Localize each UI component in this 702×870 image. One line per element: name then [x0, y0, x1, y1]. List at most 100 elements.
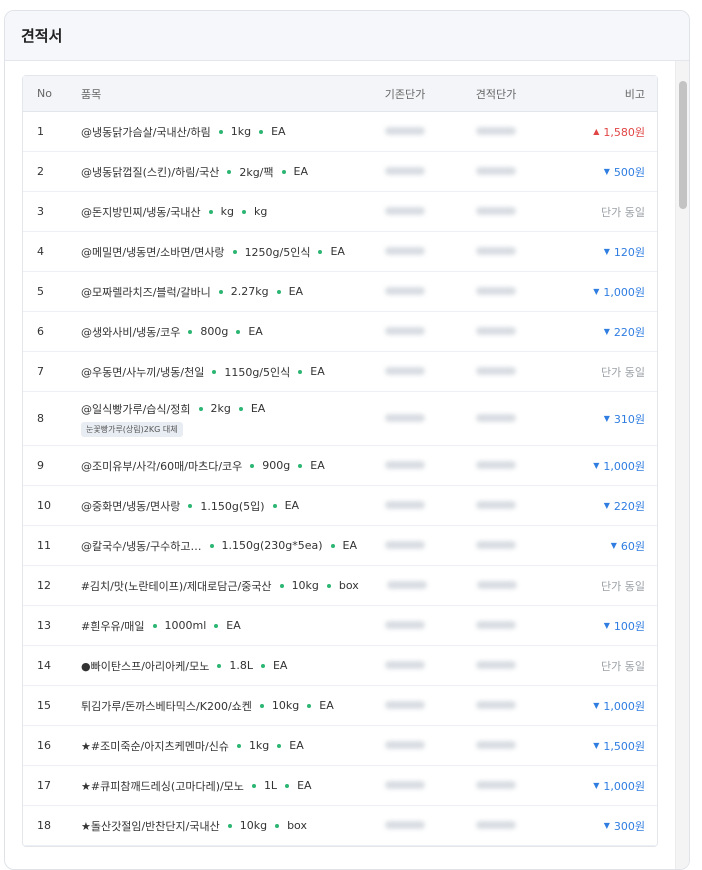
item-unit: EA	[248, 325, 263, 338]
item-size: 1.8L	[229, 659, 253, 672]
item-cell: @우동면/사누끼/냉동/천일 1150g/5인식 EA	[81, 364, 365, 380]
redacted-quote-price	[476, 501, 516, 509]
base-price-cell	[365, 245, 445, 258]
base-price-cell	[365, 325, 445, 338]
caret-down-icon: ▼	[603, 621, 610, 630]
item-spec-line: @냉동닭가슴살/국내산/하림 1kg EA	[81, 124, 357, 140]
quote-price-cell	[445, 459, 547, 472]
caret-down-icon: ▼	[603, 501, 610, 510]
row-number: 17	[37, 779, 51, 792]
item-spec-line: ★#조미죽순/아지츠케멘마/신슈 1kg EA	[81, 738, 357, 754]
price-change-badge: ▼ 100원	[604, 618, 645, 634]
table-body: 1 @냉동닭가슴살/국내산/하림 1kg EA ▲ 1,580원 2 @냉동닭껍질(스킨)/하…	[23, 112, 657, 846]
item-unit: EA	[319, 699, 334, 712]
item-unit: box	[338, 579, 359, 592]
table-row[interactable]: 13 #흰우유/매일 1000ml EA ▼ 100원	[23, 606, 657, 646]
scrollbar-thumb[interactable]	[679, 81, 687, 209]
separator-dot-icon	[307, 703, 312, 708]
table-header: No 품목 기존단가 견적단가 비고	[23, 76, 657, 112]
item-cell: 튀김가루/돈까스베타믹스/K200/쇼켄 10kg EA	[81, 698, 365, 714]
item-spec-line: ●빠이탄스프/아리아케/모노 1.8L EA	[81, 658, 357, 674]
item-size: kg	[220, 205, 234, 218]
redacted-quote-price	[476, 741, 516, 749]
row-number: 9	[37, 459, 44, 472]
table-row[interactable]: 9 @조미유부/사각/60매/마츠다/코우 900g EA ▼ 1,000원	[23, 446, 657, 486]
separator-dot-icon	[298, 369, 303, 374]
base-price-cell	[365, 499, 445, 512]
item-spec-line: @일식빵가루/습식/정희 2kg EA	[81, 401, 357, 417]
row-number: 4	[37, 245, 44, 258]
quote-table: No 품목 기존단가 견적단가 비고 1 @냉동닭가슴살/국내산/하림 1kg EA ▲…	[22, 75, 658, 847]
row-number: 16	[37, 739, 51, 752]
item-size: 10kg	[291, 579, 319, 592]
base-price-cell	[365, 539, 445, 552]
card-header: 견적서	[5, 11, 689, 61]
base-price-cell	[365, 365, 445, 378]
table-row[interactable]: 7 @우동면/사누끼/냉동/천일 1150g/5인식 EA 단가 동일	[23, 352, 657, 392]
separator-dot-icon	[218, 289, 223, 294]
table-row[interactable]: 15 튀김가루/돈까스베타믹스/K200/쇼켄 10kg EA ▼ 1,000원	[23, 686, 657, 726]
table-row[interactable]: 2 @냉동닭껍질(스킨)/하림/국산 2kg/팩 EA ▼ 500원	[23, 152, 657, 192]
separator-dot-icon	[279, 583, 284, 588]
item-size: 1.150g(5입)	[200, 499, 265, 513]
quote-price-cell	[445, 412, 547, 425]
table-row[interactable]: 10 @중화면/냉동/면사랑 1.150g(5입) EA ▼ 220원	[23, 486, 657, 526]
redacted-quote-price	[476, 167, 516, 175]
item-name: @돈지방민찌/냉동/국내산	[81, 205, 201, 219]
price-change-text: 1,000원	[603, 779, 645, 793]
row-number: 15	[37, 699, 51, 712]
price-change-badge: ▼ 220원	[604, 324, 645, 340]
separator-dot-icon	[277, 743, 282, 748]
table-row[interactable]: 1 @냉동닭가슴살/국내산/하림 1kg EA ▲ 1,580원	[23, 112, 657, 152]
redacted-quote-price	[476, 541, 517, 549]
table-row[interactable]: 8 @일식빵가루/습식/정희 2kg EA 눈꽃빵가루(상림)2KG 대체 ▼ 310원	[23, 392, 657, 446]
note-cell: ▼ 60원	[547, 538, 657, 554]
note-cell: 단가 동일	[547, 204, 657, 220]
price-change-badge: 단가 동일	[601, 364, 645, 380]
price-change-text: 100원	[613, 619, 645, 633]
note-cell: ▼ 1,000원	[547, 778, 657, 794]
table-row[interactable]: 18 ★돌산갓절임/반찬단지/국내산 10kg box ▼ 300원	[23, 806, 657, 846]
separator-dot-icon	[260, 663, 265, 668]
separator-dot-icon	[241, 209, 246, 214]
table-row[interactable]: 17 ★#큐피참깨드레싱(고마다레)/모노 1L EA ▼ 1,000원	[23, 766, 657, 806]
table-row[interactable]: 5 @모짜렐라치즈/블럭/갈바니 2.27kg EA ▼ 1,000원	[23, 272, 657, 312]
redacted-base-price	[385, 367, 425, 375]
vertical-scrollbar[interactable]	[675, 61, 689, 869]
table-row[interactable]: 11 @칼국수/냉동/구수하고… 1.150g(230g*5ea) EA ▼ 60원	[23, 526, 657, 566]
base-price-cell	[365, 459, 445, 472]
note-cell: 단가 동일	[547, 658, 657, 674]
table-row[interactable]: 4 @메밀면/냉동면/소바면/면사랑 1250g/5인식 EA ▼ 120원	[23, 232, 657, 272]
redacted-base-price	[385, 207, 425, 215]
item-unit: EA	[288, 285, 304, 298]
table-row[interactable]: 14 ●빠이탄스프/아리아케/모노 1.8L EA 단가 동일	[23, 646, 657, 686]
item-size: 1kg	[230, 125, 252, 138]
item-name: @모짜렐라치즈/블럭/갈바니	[81, 285, 211, 299]
separator-dot-icon	[236, 329, 241, 334]
item-name: @냉동닭가슴살/국내산/하림	[81, 125, 211, 139]
item-spec-line: @우동면/사누끼/냉동/천일 1150g/5인식 EA	[81, 364, 357, 380]
redacted-base-price	[385, 127, 425, 135]
note-cell: ▼ 1,000원	[547, 284, 657, 300]
table-row[interactable]: 16 ★#조미죽순/아지츠케멘마/신슈 1kg EA ▼ 1,500원	[23, 726, 657, 766]
table-row[interactable]: 3 @돈지방민찌/냉동/국내산 kg kg 단가 동일	[23, 192, 657, 232]
item-cell: @조미유부/사각/60매/마츠다/코우 900g EA	[81, 458, 365, 474]
redacted-base-price	[385, 327, 425, 335]
caret-down-icon: ▼	[593, 701, 600, 710]
row-number: 18	[37, 819, 51, 832]
note-cell: ▼ 100원	[547, 618, 657, 634]
col-header-no: No	[37, 87, 52, 100]
quote-price-cell	[445, 125, 547, 138]
table-row[interactable]: 6 @생와사비/냉동/코우 800g EA ▼ 220원	[23, 312, 657, 352]
substitution-tag: 눈꽃빵가루(상림)2KG 대체	[81, 421, 183, 437]
separator-dot-icon	[208, 209, 213, 214]
table-row[interactable]: 12 #김치/맛(노란테이프)/제대로담근/중국산 10kg box 단가 동일	[23, 566, 657, 606]
separator-dot-icon	[276, 289, 281, 294]
caret-down-icon: ▼	[593, 741, 600, 750]
item-unit: EA	[289, 739, 304, 752]
item-cell: ★#조미죽순/아지츠케멘마/신슈 1kg EA	[81, 738, 365, 754]
price-change-badge: 단가 동일	[601, 578, 645, 594]
price-change-badge: 단가 동일	[601, 204, 645, 220]
redacted-quote-price	[476, 287, 516, 295]
scroll-area[interactable]: No 품목 기존단가 견적단가 비고 1 @냉동닭가슴살/국내산/하림 1kg EA ▲…	[5, 61, 689, 869]
